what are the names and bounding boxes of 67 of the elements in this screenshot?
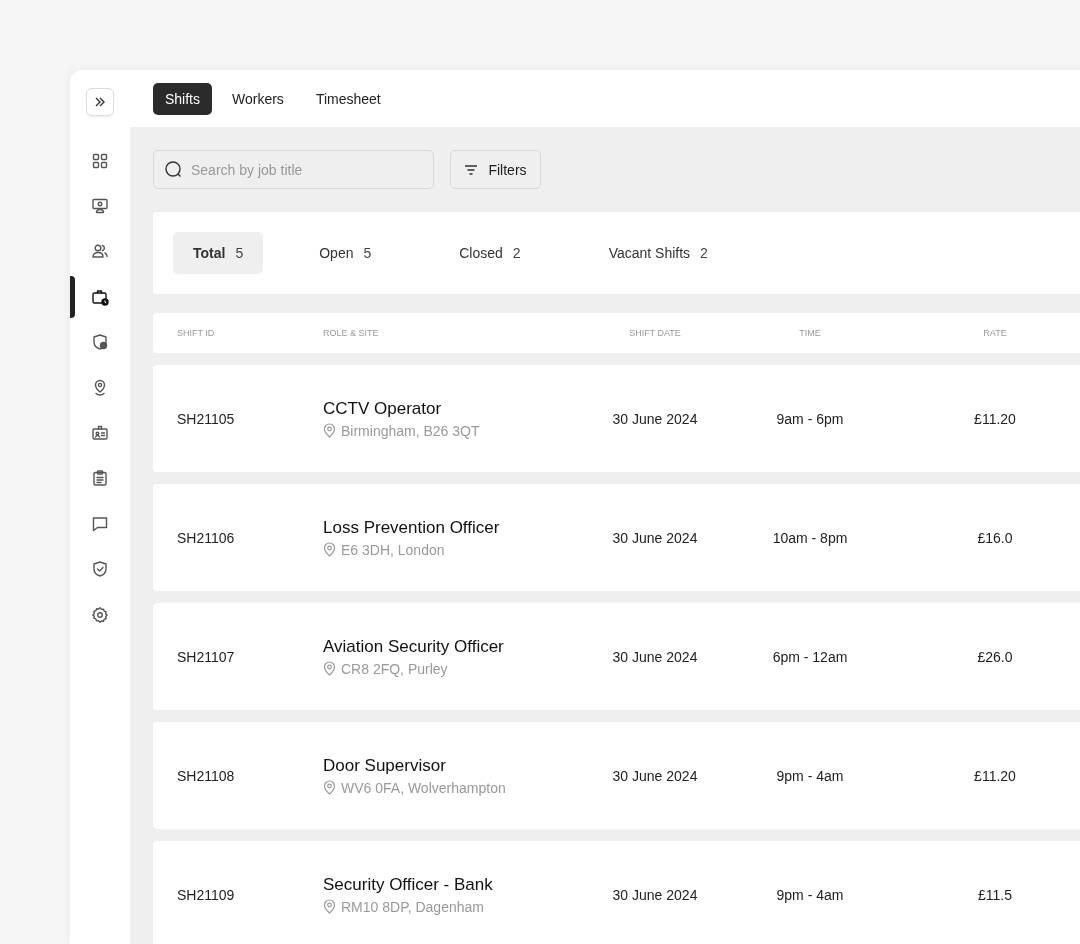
shift-id: SH21107	[177, 648, 236, 665]
role-title: CCTV Operator	[323, 398, 443, 419]
shift-row[interactable]: SH21105 CCTV Operator Birmingham, B26 3QT 30 June 2024 9am - 6pm £11.20	[153, 365, 1080, 472]
tab[interactable]: Shifts	[153, 82, 212, 115]
shift-date: 30 June 2024	[611, 410, 699, 427]
shift-row[interactable]: SH21109 Security Officer - Bank RM10 8DP, Dagenham 30 June 2024 9pm - 4am £11.5	[153, 841, 1080, 944]
location-pin-icon	[323, 780, 336, 795]
search-field[interactable]: Search by job title	[153, 150, 434, 189]
shift-id: SH21108	[177, 767, 236, 784]
shift-row[interactable]: SH21106 Loss Prevention Officer E6 3DH, London 30 June 2024 10am - 8pm £16.0	[153, 484, 1080, 591]
shield-person-icon[interactable]	[91, 333, 109, 352]
shift-date: 30 June 2024	[611, 767, 699, 784]
status-filter[interactable]: Total 5	[173, 232, 264, 274]
shift-time: 6pm - 12am	[771, 648, 849, 665]
expand-button[interactable]	[86, 88, 114, 116]
column-header: SHIFT DATE	[628, 328, 682, 338]
role-title: Door Supervisor	[323, 755, 447, 776]
shift-rate: £16.0	[976, 529, 1014, 546]
shift-date: 30 June 2024	[611, 886, 699, 903]
status-filter[interactable]: Open 5	[299, 232, 392, 274]
location-pin-icon	[323, 542, 336, 557]
monitor-person-icon[interactable]	[91, 197, 109, 216]
shift-rate: £11.20	[973, 767, 1017, 784]
shift-time: 9am - 6pm	[775, 410, 845, 427]
shift-id: SH21105	[177, 410, 236, 427]
shift-rate: £26.0	[976, 648, 1014, 665]
site-address: WV6 0FA, Wolverhampton	[341, 779, 506, 796]
shift-time: 9pm - 4am	[775, 767, 845, 784]
shift-rate: £11.20	[973, 410, 1017, 427]
role-title: Security Officer - Bank	[323, 874, 494, 895]
site-address: E6 3DH, London	[341, 541, 445, 558]
shift-rate: £11.5	[977, 886, 1013, 903]
filters-button[interactable]: Filters	[450, 150, 541, 189]
site-address: RM10 8DP, Dagenham	[341, 898, 484, 915]
role-title: Loss Prevention Officer	[323, 517, 501, 538]
shift-time: 9pm - 4am	[775, 886, 845, 903]
clipboard-icon[interactable]	[91, 469, 109, 488]
site-address: Birmingham, B26 3QT	[341, 422, 480, 439]
role-title: Aviation Security Officer	[323, 636, 505, 657]
settings-icon[interactable]	[91, 605, 109, 624]
column-header: ROLE & SITE	[323, 328, 380, 338]
site-address: CR8 2FQ, Purley	[341, 660, 448, 677]
double-chevron-icon	[93, 95, 107, 109]
shield-check-icon[interactable]	[91, 560, 109, 579]
column-header: RATE	[982, 328, 1008, 338]
tab[interactable]: Workers	[220, 82, 296, 115]
shift-id: SH21109	[177, 886, 236, 903]
status-filter[interactable]: Closed 2	[439, 232, 541, 274]
column-header: TIME	[798, 328, 822, 338]
people-icon[interactable]	[91, 242, 109, 261]
shift-row[interactable]: SH21108 Door Supervisor WV6 0FA, Wolverhampton 30 June 2024 9pm - 4am £11.20	[153, 722, 1080, 829]
shift-date: 30 June 2024	[611, 648, 699, 665]
location-pin-icon	[323, 423, 336, 438]
shift-date: 30 June 2024	[611, 529, 699, 546]
location-pin-icon	[323, 661, 336, 676]
shift-time: 10am - 8pm	[771, 529, 849, 546]
grid-icon[interactable]	[91, 151, 109, 170]
shift-id: SH21106	[177, 529, 236, 546]
briefcase-clock-icon[interactable]	[91, 287, 109, 306]
id-badge-icon[interactable]	[91, 424, 109, 443]
chat-icon[interactable]	[91, 514, 109, 533]
location-pin-icon	[323, 899, 336, 914]
filter-icon	[464, 164, 479, 175]
tab[interactable]: Timesheet	[303, 82, 393, 115]
column-header: SHIFT ID	[177, 328, 216, 338]
shift-row[interactable]: SH21107 Aviation Security Officer CR8 2FQ, Purley 30 June 2024 6pm - 12am £26.0	[153, 603, 1080, 710]
status-filter[interactable]: Vacant Shifts 2	[588, 232, 728, 274]
